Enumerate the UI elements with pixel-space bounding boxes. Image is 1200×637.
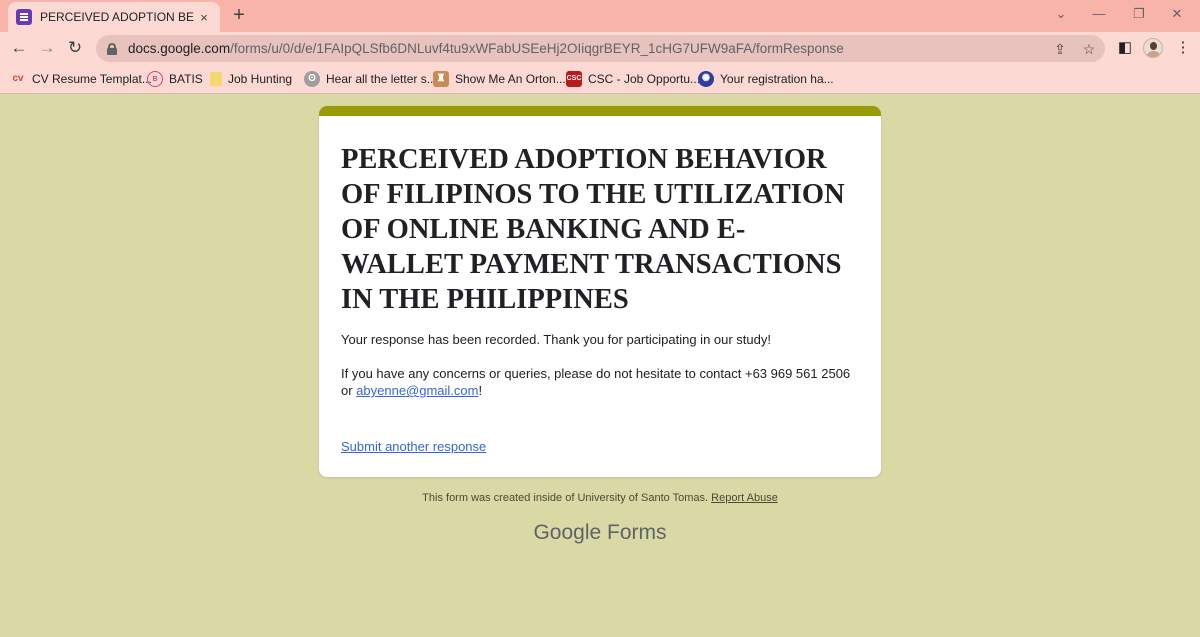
tab-strip: PERCEIVED ADOPTION BEHAVIO × + ⌄ — ❐ ✕ [0, 0, 1200, 32]
bookmark-batis[interactable]: B BATIS [147, 71, 203, 87]
submit-another-response-link[interactable]: Submit another response [341, 439, 486, 454]
card-accent-bar [319, 106, 881, 116]
cv-icon: cv [12, 73, 24, 84]
avatar[interactable] [1143, 38, 1163, 58]
bookmarks-bar: cv CV Resume Templat... B BATIS Job Hunt… [0, 64, 1200, 94]
batis-icon: B [147, 71, 163, 87]
lock-icon[interactable] [106, 42, 118, 55]
tab-search-icon[interactable]: ⌄ [1050, 4, 1072, 24]
bookmark-label: Show Me An Orton... [455, 72, 566, 86]
close-icon[interactable]: × [196, 10, 212, 25]
share-icon[interactable]: ⇪ [1050, 39, 1070, 59]
form-response-card: PERCEIVED ADOPTION BEHAVIOR OF FILIPINOS… [319, 106, 881, 477]
side-panel-icon[interactable]: ◧ [1114, 37, 1136, 59]
address-bar[interactable]: docs.google.com/forms/u/0/d/e/1FAIpQLSfb… [96, 35, 1105, 62]
back-button[interactable]: ← [8, 37, 30, 59]
reload-button[interactable]: ↻ [64, 37, 86, 59]
contact-message: If you have any concerns or queries, ple… [341, 366, 851, 398]
reader-icon: ♜ [433, 71, 449, 87]
contact-email-link[interactable]: abyenne@gmail.com [356, 383, 478, 398]
browser-toolbar: ← → ↻ docs.google.com/forms/u/0/d/e/1FAI… [0, 32, 1200, 64]
created-inside-text: This form was created inside of Universi… [422, 492, 709, 504]
star-icon[interactable]: ☆ [1079, 39, 1099, 59]
form-title: PERCEIVED ADOPTION BEHAVIOR OF FILIPINOS… [341, 144, 845, 315]
minimize-button[interactable]: — [1088, 4, 1110, 24]
bookmark-label: Your registration ha... [720, 72, 834, 86]
google-wordmark: Google [533, 521, 602, 544]
form-footer: This form was created inside of Universi… [319, 492, 881, 504]
bookmark-label: BATIS [169, 72, 203, 86]
bookmark-job-hunting[interactable]: Job Hunting [210, 71, 292, 87]
bookmark-label: Job Hunting [228, 72, 293, 86]
close-window-button[interactable]: ✕ [1166, 4, 1188, 24]
bookmark-orton[interactable]: ♜ Show Me An Orton... [433, 71, 566, 87]
folder-icon [210, 72, 222, 86]
csc-icon: CSC [566, 71, 582, 87]
bookmark-label: CV Resume Templat... [32, 72, 152, 86]
browser-tab[interactable]: PERCEIVED ADOPTION BEHAVIO × [8, 2, 220, 32]
new-tab-button[interactable]: + [228, 4, 250, 26]
bookmark-label: CSC - Job Opportu... [588, 72, 701, 86]
bookmark-csc[interactable]: CSC CSC - Job Opportu... [566, 71, 700, 87]
tab-title: PERCEIVED ADOPTION BEHAVIO [40, 10, 194, 24]
confirmation-message: Your response has been recorded. Thank y… [341, 332, 771, 347]
url-text[interactable]: docs.google.com/forms/u/0/d/e/1FAIpQLSfb… [128, 41, 844, 56]
google-forms-icon [16, 9, 32, 25]
restore-button[interactable]: ❐ [1128, 4, 1150, 24]
bookmark-label: Hear all the letter s... [326, 72, 437, 86]
google-forms-logo[interactable]: Google Forms [319, 521, 881, 545]
forward-button[interactable]: → [36, 37, 58, 59]
bookmark-cv-resume[interactable]: cv CV Resume Templat... [10, 71, 152, 87]
koala-icon: ʘ [304, 71, 320, 87]
menu-icon[interactable]: ⋮ [1172, 37, 1194, 59]
bookmark-registration[interactable]: ✺ Your registration ha... [698, 71, 834, 87]
bookmark-hear-letters[interactable]: ʘ Hear all the letter s... [304, 71, 437, 87]
report-abuse-link[interactable]: Report Abuse [711, 492, 778, 504]
forms-wordmark: Forms [607, 521, 667, 544]
seal-icon: ✺ [698, 71, 714, 87]
